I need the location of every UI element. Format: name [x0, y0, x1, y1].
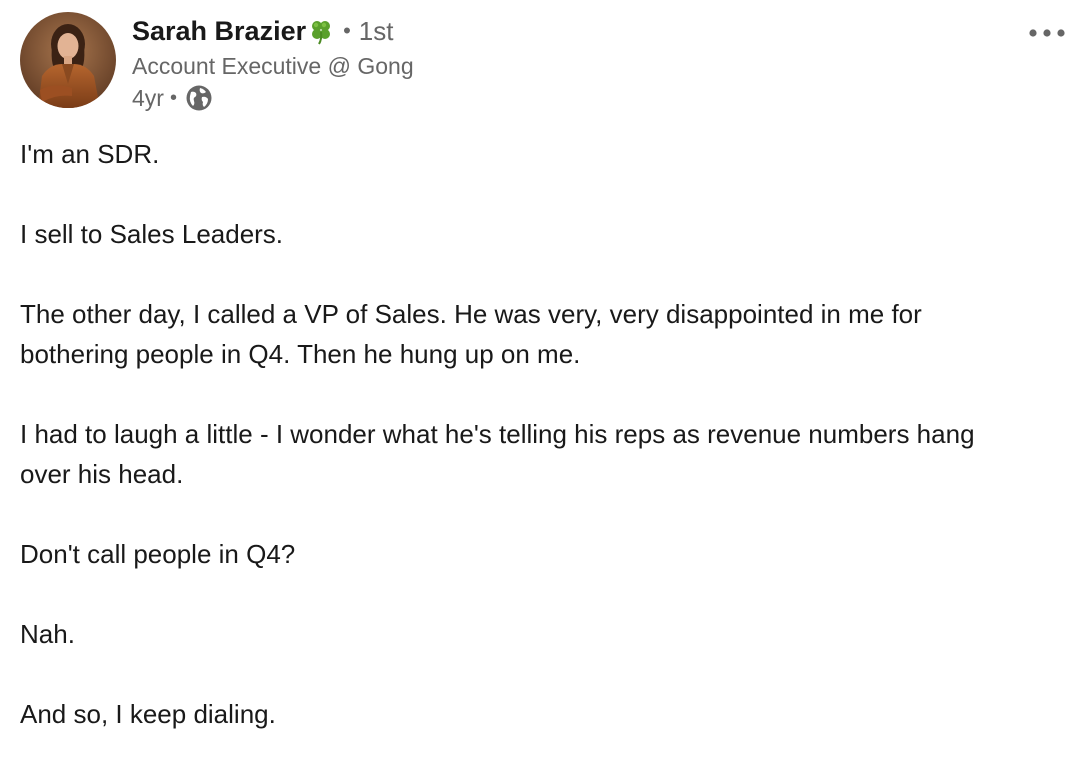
post-paragraph: I had to laugh a little - I wonder what …: [20, 419, 975, 489]
more-horizontal-icon: [1029, 29, 1065, 37]
four-leaf-clover-icon: [307, 17, 335, 45]
author-name[interactable]: Sarah Brazier: [132, 16, 306, 47]
post-paragraph: I'm an SDR.: [20, 139, 160, 169]
author-headline: Account Executive @ Gong: [132, 53, 414, 79]
post-paragraph: And so, I keep dialing.: [20, 699, 276, 729]
name-separator: •: [343, 18, 351, 43]
author-meta: Sarah Brazier • 1st Account Executive @ …: [132, 12, 414, 114]
post-header: Sarah Brazier • 1st Account Executive @ …: [20, 12, 1068, 112]
post-paragraph: The other day, I called a VP of Sales. H…: [20, 299, 922, 369]
more-options-button[interactable]: [1024, 18, 1070, 48]
post-time-line: 4yr •: [132, 82, 414, 114]
post-paragraph: I sell to Sales Leaders.: [20, 219, 284, 249]
post-paragraph: Nah.: [20, 619, 75, 649]
feed-post: Sarah Brazier • 1st Account Executive @ …: [0, 0, 1088, 738]
avatar[interactable]: [20, 12, 116, 108]
post-body: I'm an SDR. I sell to Sales Leaders. The…: [20, 134, 1030, 774]
globe-icon: [185, 84, 213, 112]
author-name-line: Sarah Brazier • 1st: [132, 12, 414, 50]
time-separator: •: [169, 86, 177, 109]
post-paragraph: Don't call people in Q4?: [20, 539, 296, 569]
connection-degree: 1st: [358, 15, 394, 46]
post-timestamp[interactable]: 4yr: [132, 85, 164, 112]
avatar-image: [20, 12, 116, 108]
